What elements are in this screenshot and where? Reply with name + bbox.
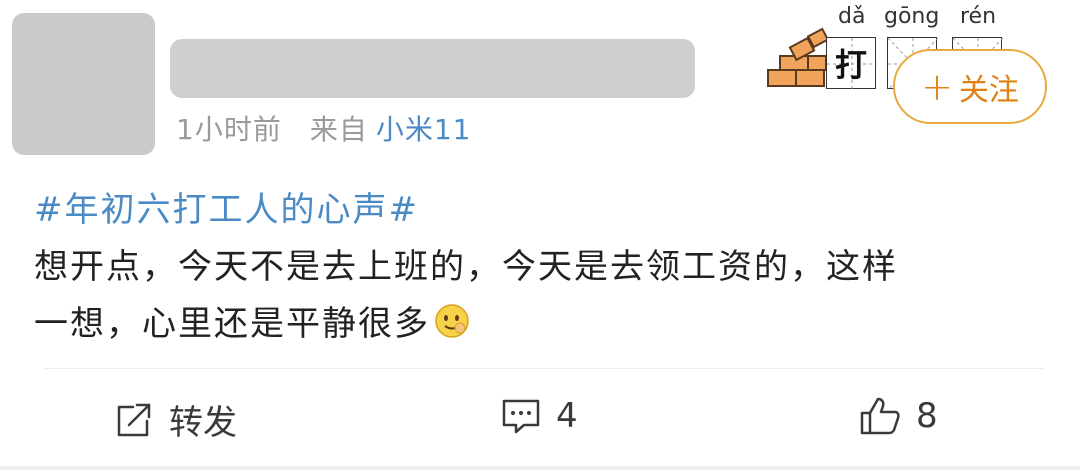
- pinyin-gong: gōng: [884, 4, 940, 29]
- post-time: 1小时前: [176, 113, 282, 146]
- brick-wall-icon: [767, 27, 830, 87]
- like-button[interactable]: 8: [858, 395, 938, 437]
- source-label: 来自: [309, 113, 368, 146]
- like-icon: [860, 397, 900, 435]
- char-box-da: 打: [826, 37, 877, 90]
- char-da: 打: [834, 46, 867, 84]
- post-meta: 1小时前 来自 小米11: [176, 108, 471, 148]
- username-redacted[interactable]: [170, 39, 695, 98]
- post-content: #年初六打工人的心声# 想开点，今天不是去上班的，今天是去领工资的，这样 一想，…: [34, 182, 1044, 353]
- comment-count: 4: [556, 396, 578, 436]
- follow-button[interactable]: + 关注: [893, 49, 1047, 124]
- follow-label: 关注: [958, 72, 1019, 108]
- pinyin-da: dǎ: [838, 4, 866, 29]
- comment-icon: [502, 399, 540, 434]
- divider: [44, 368, 1044, 369]
- post-source: 来自 小米11: [310, 108, 472, 148]
- avatar[interactable]: [12, 13, 155, 155]
- repost-label: 转发: [169, 403, 237, 443]
- plus-icon: +: [921, 64, 953, 109]
- smile-emoji-icon: [435, 304, 469, 338]
- repost-icon: [117, 403, 151, 436]
- hashtag-link[interactable]: #年初六打工人的心声#: [34, 182, 1044, 239]
- post-text-line-1: 想开点，今天不是去上班的，今天是去领工资的，这样: [34, 247, 898, 287]
- like-count: 8: [916, 396, 938, 436]
- pinyin-ren: rén: [960, 4, 997, 29]
- bottom-edge: [0, 466, 1080, 470]
- device-link[interactable]: 小米11: [376, 108, 472, 148]
- repost-button[interactable]: 转发: [113, 395, 237, 444]
- post-text-line-2-text: 一想，心里还是平静很多: [34, 304, 430, 344]
- comment-button[interactable]: 4: [500, 395, 578, 437]
- post-text-line-2: 一想，心里还是平静很多: [34, 296, 1044, 353]
